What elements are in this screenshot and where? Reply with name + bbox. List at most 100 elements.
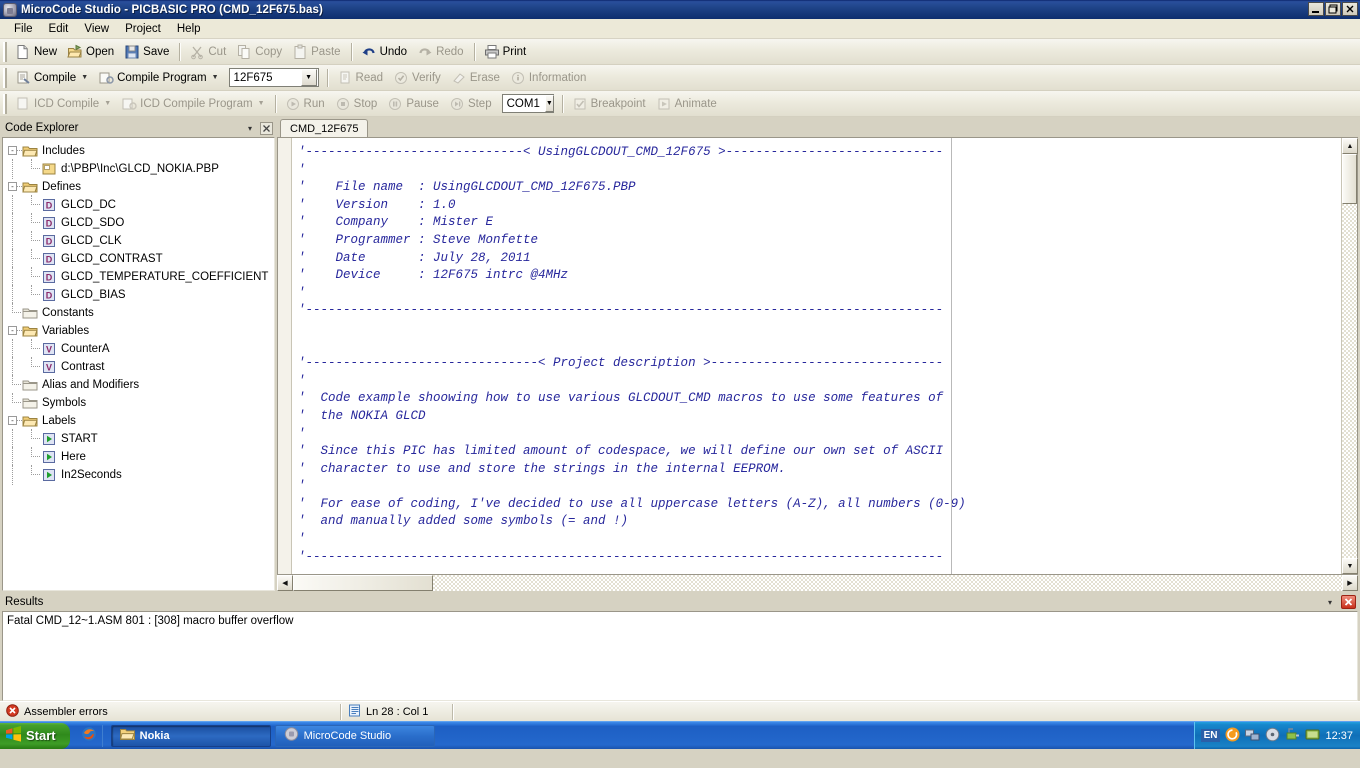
- tree-item[interactable]: VContrast: [3, 358, 274, 376]
- safely-remove-icon[interactable]: [1285, 727, 1300, 745]
- toolbar-grip[interactable]: [3, 94, 8, 114]
- scroll-right-icon[interactable]: ▶: [1342, 575, 1358, 591]
- tree-item[interactable]: -Variables: [3, 322, 274, 340]
- tree-connector: [31, 276, 40, 277]
- undo-button[interactable]: Undo: [357, 41, 414, 63]
- tree-item[interactable]: Constants: [3, 304, 274, 322]
- compile-button[interactable]: Compile ▼: [11, 67, 94, 89]
- code-explorer-tree[interactable]: -Includesd:\PBP\Inc\GLCD_NOKIA.PBP-Defin…: [2, 137, 275, 591]
- editor-vertical-scrollbar[interactable]: ▲ ▼: [1341, 138, 1357, 574]
- tree-expander-icon[interactable]: -: [8, 146, 17, 155]
- tree-item[interactable]: Alias and Modifiers: [3, 376, 274, 394]
- orange-circle-icon[interactable]: [1225, 727, 1240, 745]
- tree-item[interactable]: DGLCD_SDO: [3, 214, 274, 232]
- menu-item-view[interactable]: View: [76, 21, 117, 37]
- pause-button[interactable]: Pause: [383, 93, 445, 115]
- close-button[interactable]: [1342, 2, 1358, 16]
- tree-item[interactable]: DGLCD_BIAS: [3, 286, 274, 304]
- scrollbar-thumb[interactable]: [1342, 154, 1357, 204]
- tree-item[interactable]: DGLCD_CONTRAST: [3, 250, 274, 268]
- tree-item[interactable]: DGLCD_DC: [3, 196, 274, 214]
- read-button[interactable]: Read: [333, 67, 390, 89]
- menu-item-help[interactable]: Help: [169, 21, 209, 37]
- open-button[interactable]: Open: [63, 41, 120, 63]
- chevron-down-icon[interactable]: ▼: [212, 74, 219, 81]
- erase-button[interactable]: Erase: [447, 67, 506, 89]
- language-indicator[interactable]: EN: [1201, 729, 1221, 742]
- icd-compile-button[interactable]: ICD Compile ▼: [11, 93, 117, 115]
- chevron-down-icon[interactable]: ▼: [301, 69, 317, 86]
- new-button[interactable]: New: [11, 41, 63, 63]
- paste-button[interactable]: Paste: [288, 41, 346, 63]
- compile-program-button[interactable]: Compile Program ▼: [94, 67, 224, 89]
- menu-item-project[interactable]: Project: [117, 21, 169, 37]
- firefox-icon[interactable]: [81, 726, 97, 745]
- step-button[interactable]: Step: [445, 93, 498, 115]
- chevron-down-icon[interactable]: ▼: [545, 95, 554, 112]
- toolbar-grip[interactable]: [3, 42, 8, 62]
- scroll-left-icon[interactable]: ◀: [277, 575, 293, 591]
- menu-item-file[interactable]: File: [6, 21, 41, 37]
- redo-button[interactable]: Redo: [413, 41, 470, 63]
- toolbar-grip[interactable]: [3, 68, 8, 88]
- tree-item[interactable]: -Labels: [3, 412, 274, 430]
- chevron-down-icon[interactable]: ▼: [258, 100, 265, 107]
- scrollbar-track[interactable]: [1342, 204, 1357, 558]
- tree-item[interactable]: -Includes: [3, 142, 274, 160]
- scrollbar-track[interactable]: [433, 575, 1342, 591]
- panel-menu-icon[interactable]: ▾: [243, 121, 257, 135]
- clock[interactable]: 12:37: [1325, 730, 1353, 742]
- close-icon[interactable]: [259, 121, 273, 135]
- tree-item[interactable]: In2Seconds: [3, 466, 274, 484]
- cut-button[interactable]: Cut: [185, 41, 232, 63]
- panel-menu-icon[interactable]: ▾: [1323, 595, 1337, 609]
- verify-button[interactable]: Verify: [389, 67, 447, 89]
- scroll-down-icon[interactable]: ▼: [1342, 558, 1358, 574]
- restore-button[interactable]: [1325, 2, 1341, 16]
- disc-icon[interactable]: [1265, 727, 1280, 745]
- network-icon[interactable]: [1245, 727, 1260, 745]
- tree-item[interactable]: DGLCD_CLK: [3, 232, 274, 250]
- chevron-down-icon[interactable]: ▼: [104, 100, 111, 107]
- editor-horizontal-scrollbar[interactable]: ◀ ▶: [277, 575, 1358, 591]
- start-button[interactable]: Start: [0, 723, 70, 749]
- animate-button[interactable]: Animate: [652, 93, 723, 115]
- print-button[interactable]: Print: [480, 41, 533, 63]
- tree-item[interactable]: Here: [3, 448, 274, 466]
- taskbar-item-microcode-studio[interactable]: MicroCode Studio: [275, 725, 435, 747]
- stop-button[interactable]: Stop: [331, 93, 384, 115]
- chevron-down-icon[interactable]: ▼: [81, 74, 88, 81]
- tree-expander-icon[interactable]: -: [8, 416, 17, 425]
- save-button[interactable]: Save: [120, 41, 175, 63]
- tree-item[interactable]: START: [3, 430, 274, 448]
- device-select[interactable]: 12F675 ▼: [229, 68, 319, 87]
- close-icon[interactable]: [1341, 595, 1356, 609]
- taskbar-item-nokia[interactable]: Nokia: [111, 725, 271, 747]
- tree-item[interactable]: VCounterA: [3, 340, 274, 358]
- status-errors[interactable]: Assembler errors: [0, 703, 340, 721]
- menu-item-edit[interactable]: Edit: [41, 21, 77, 37]
- display-icon[interactable]: [1305, 727, 1320, 745]
- tree-connector: [31, 348, 40, 349]
- results-output[interactable]: Fatal CMD_12~1.ASM 801 : [308] macro buf…: [2, 611, 1358, 701]
- code-editor[interactable]: '-----------------------------< UsingGLC…: [292, 138, 1341, 574]
- tree-expander-icon[interactable]: -: [8, 326, 17, 335]
- scroll-up-icon[interactable]: ▲: [1342, 138, 1358, 154]
- tree-item[interactable]: d:\PBP\Inc\GLCD_NOKIA.PBP: [3, 160, 274, 178]
- com-port-select[interactable]: COM1 ▼: [502, 94, 554, 113]
- tree-item[interactable]: -Defines: [3, 178, 274, 196]
- copy-button[interactable]: Copy: [232, 41, 288, 63]
- run-button[interactable]: Run: [281, 93, 331, 115]
- tab-cmd-12f675[interactable]: CMD_12F675: [280, 119, 368, 137]
- breakpoint-button[interactable]: Breakpoint: [568, 93, 652, 115]
- status-position[interactable]: Ln 28 : Col 1: [342, 703, 452, 721]
- tree-item[interactable]: DGLCD_TEMPERATURE_COEFFICIENT: [3, 268, 274, 286]
- tree-item[interactable]: Symbols: [3, 394, 274, 412]
- icd-compile-program-button[interactable]: ICD Compile Program ▼: [117, 93, 270, 115]
- editor-gutter[interactable]: [278, 138, 292, 574]
- tree-expander-icon[interactable]: -: [8, 182, 17, 191]
- scrollbar-thumb[interactable]: [293, 575, 433, 591]
- minimize-button[interactable]: [1308, 2, 1324, 16]
- window-titlebar[interactable]: MicroCode Studio - PICBASIC PRO (CMD_12F…: [0, 0, 1360, 19]
- information-button[interactable]: Information: [506, 67, 593, 89]
